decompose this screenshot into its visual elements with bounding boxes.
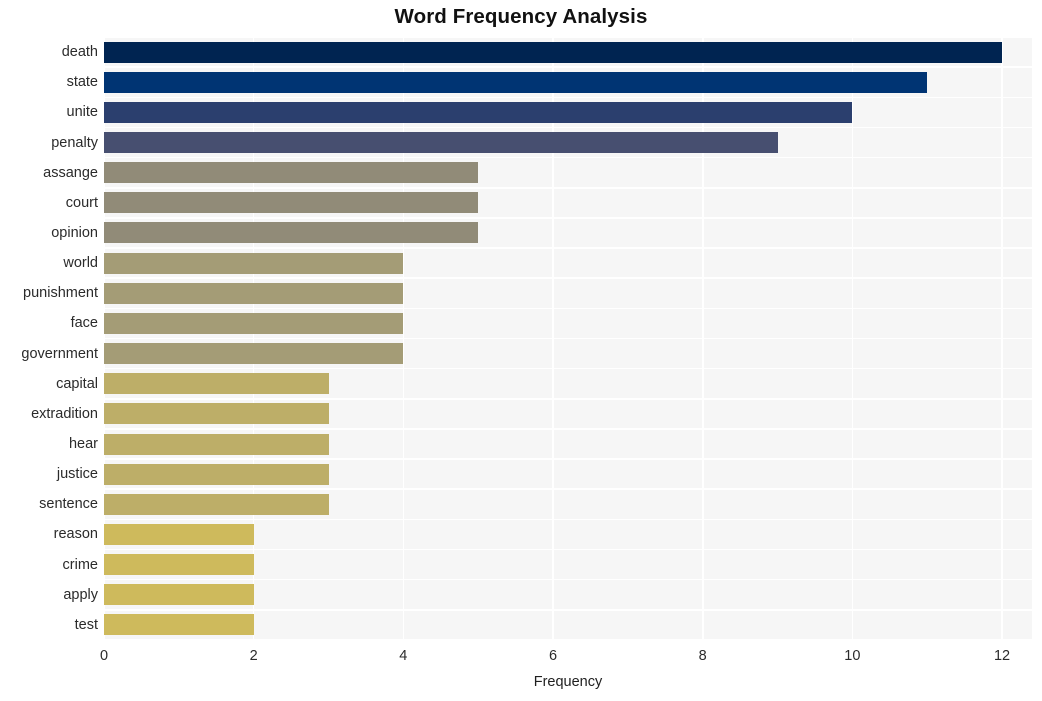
y-tick-label-opinion: opinion	[51, 224, 98, 241]
bar-death[interactable]	[104, 41, 1003, 63]
bar-sentence[interactable]	[104, 493, 329, 515]
y-tick-label-unite: unite	[66, 104, 98, 121]
word-frequency-chart-figure: Word Frequency Analysis death state unite p…	[0, 0, 1042, 701]
bar-opinion[interactable]	[104, 222, 479, 244]
bar-face[interactable]	[104, 312, 404, 334]
bar-extradition[interactable]	[104, 403, 329, 425]
chart-title: Word Frequency Analysis	[394, 5, 648, 28]
bar-punishment[interactable]	[104, 282, 404, 304]
y-tick-label-death: death	[61, 44, 98, 61]
x-axis-label: Frequency	[533, 674, 603, 690]
y-tick-label-court: court	[65, 194, 98, 211]
x-tick-label-6: 6	[548, 648, 558, 664]
y-axis: death state unite penalty assange court opinio…	[0, 37, 98, 640]
y-tick-label-apply: apply	[63, 586, 98, 603]
bar-world[interactable]	[104, 252, 404, 274]
x-tick-label-4: 4	[399, 648, 408, 664]
bar-penalty[interactable]	[104, 132, 778, 154]
bar-apply[interactable]	[104, 584, 254, 606]
y-tick-label-penalty: penalty	[51, 134, 98, 151]
bar-court[interactable]	[104, 192, 479, 214]
y-tick-label-hear: hear	[68, 436, 98, 453]
y-tick-label-state: state	[66, 74, 98, 91]
bar-assange[interactable]	[104, 162, 479, 184]
y-tick-label-extradition: extradition	[31, 405, 98, 422]
y-tick-label-sentence: sentence	[39, 496, 98, 513]
y-tick-label-world: world	[63, 255, 98, 272]
bar-hear[interactable]	[104, 433, 329, 455]
bar-justice[interactable]	[104, 463, 329, 485]
y-tick-label-face: face	[70, 315, 98, 332]
x-tick-label-2: 2	[249, 648, 258, 664]
bar-state[interactable]	[104, 71, 928, 93]
y-tick-label-capital: capital	[56, 375, 98, 392]
bar-capital[interactable]	[104, 373, 329, 395]
plot-area	[104, 37, 1032, 640]
y-tick-label-assange: assange	[43, 164, 98, 181]
y-tick-label-reason: reason	[53, 526, 98, 543]
x-tick-label-0: 0	[99, 648, 109, 664]
bar-government[interactable]	[104, 343, 404, 365]
y-tick-label-government: government	[21, 345, 98, 362]
x-axis: 0 2 4 6 8 10 12	[100, 640, 1032, 670]
y-tick-label-punishment: punishment	[23, 285, 98, 302]
y-tick-label-test: test	[74, 616, 98, 633]
bar-crime[interactable]	[104, 554, 254, 576]
bar-reason[interactable]	[104, 523, 254, 545]
bars-layer	[104, 37, 1032, 640]
y-tick-label-crime: crime	[62, 556, 98, 573]
bar-unite[interactable]	[104, 101, 853, 123]
x-tick-label-8: 8	[698, 648, 707, 664]
x-tick-label-12: 12	[993, 648, 1011, 664]
y-tick-label-justice: justice	[56, 466, 98, 483]
x-tick-label-10: 10	[844, 648, 861, 664]
bar-test[interactable]	[104, 614, 254, 636]
